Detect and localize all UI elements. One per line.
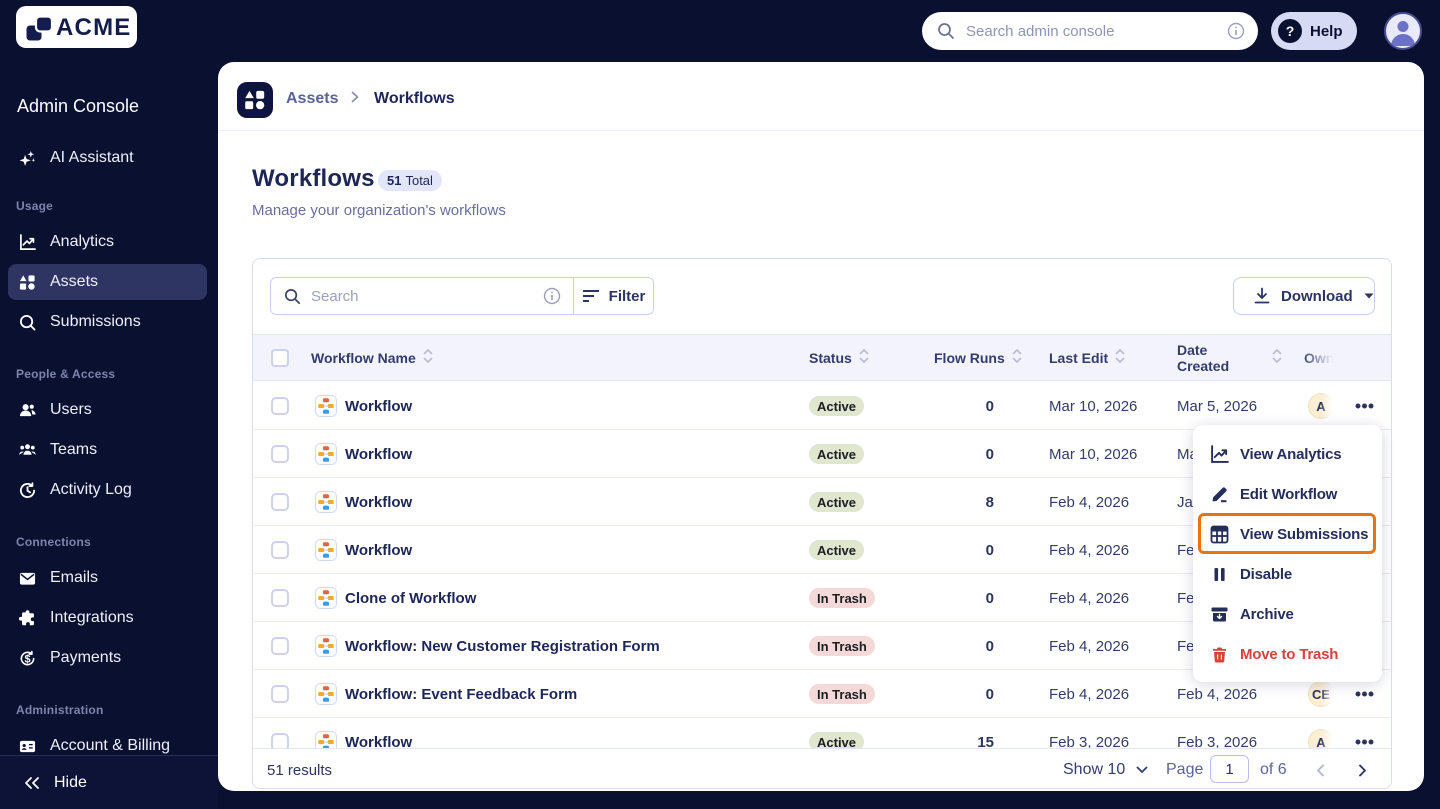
svg-text:$: $ (24, 653, 30, 665)
